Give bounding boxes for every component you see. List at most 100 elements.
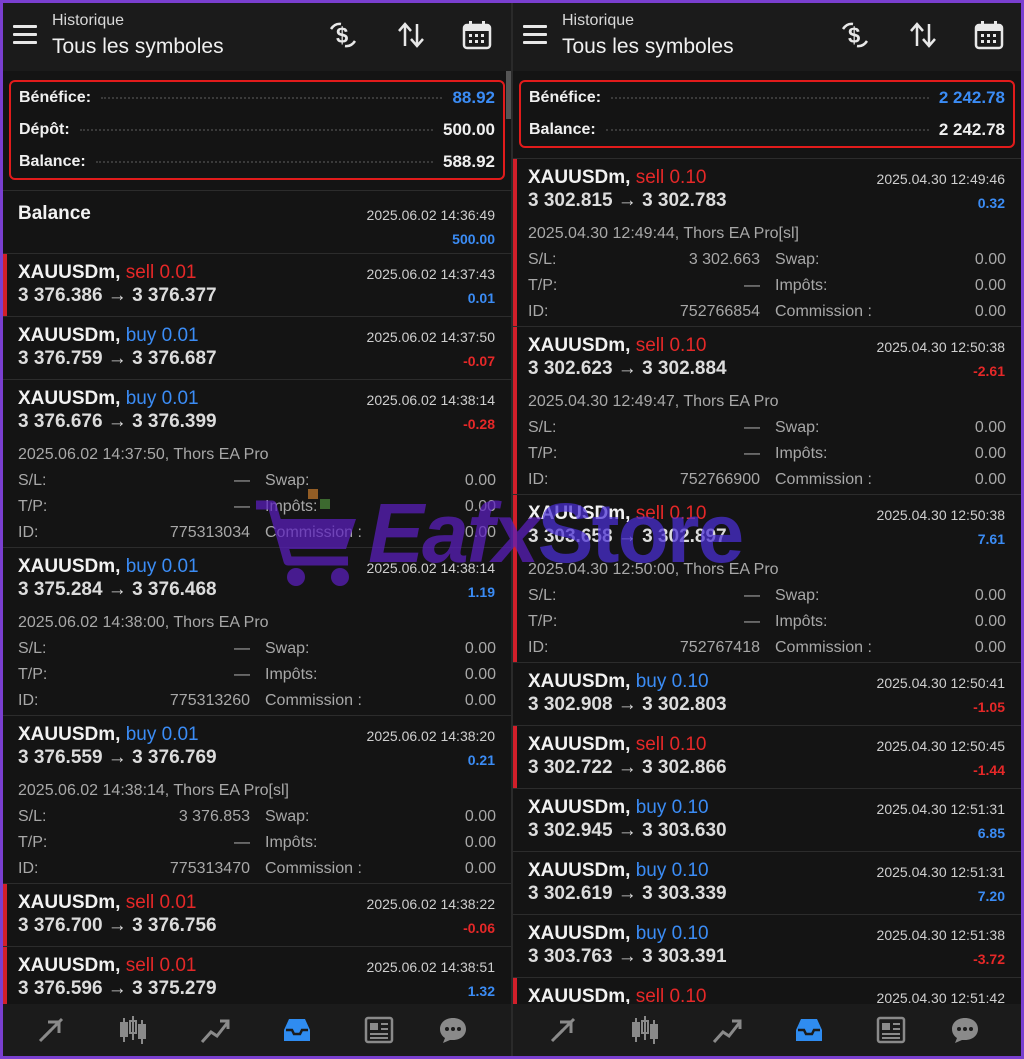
deal-detail-grid: S/L: — Swap: 0.00 T/P: — Impôts: 0.00 ID: 7527674… <box>528 587 1006 665</box>
deal-item[interactable]: XAUUSDm, buy 0.10 3 302.908 → 3 302.803 20… <box>513 663 1021 726</box>
deal-detail-grid: S/L: 3 376.853 Swap: 0.00 T/P: — Impôts: 0.00 ID… <box>18 808 496 886</box>
deal-header: XAUUSDm, buy 0.10 <box>528 671 709 693</box>
tp-label: T/P: <box>18 498 48 515</box>
side-indicator <box>3 716 7 883</box>
history-inbox-icon[interactable] <box>791 1012 827 1048</box>
deal-header: XAUUSDm, buy 0.01 <box>18 724 199 746</box>
deal-symbol: XAUUSDm, <box>528 167 631 188</box>
swap-value: 0.00 <box>974 419 1006 436</box>
commission-value: 0.00 <box>974 471 1006 488</box>
deal-detail: 2025.04.30 12:49:47, Thors EA Pro <box>528 393 779 410</box>
chart-line-icon[interactable] <box>197 1012 233 1048</box>
taxes-label: Impôts: <box>775 277 828 294</box>
deal-item[interactable]: XAUUSDm, sell 0.10 3 303.658 → 3 302.897 2… <box>513 495 1021 663</box>
deal-date: 2025.06.02 14:38:22 <box>366 896 495 912</box>
calendar-icon[interactable] <box>971 17 1007 53</box>
deal-header: XAUUSDm, buy 0.01 <box>18 388 199 410</box>
deal-item[interactable]: XAUUSDm, buy 0.01 3 376.559 → 3 376.769 20… <box>3 716 511 884</box>
chart-candles-icon[interactable] <box>627 1012 663 1048</box>
deal-item[interactable]: XAUUSDm, buy 0.10 3 302.619 → 3 303.339 20… <box>513 852 1021 915</box>
deal-date: 2025.06.02 14:37:50 <box>366 329 495 345</box>
swap-value: 0.00 <box>464 472 496 489</box>
news-icon[interactable] <box>873 1012 909 1048</box>
news-icon[interactable] <box>361 1012 397 1048</box>
history-inbox-icon[interactable] <box>279 1012 315 1048</box>
deal-symbol: XAUUSDm, <box>18 892 121 913</box>
deal-item[interactable]: XAUUSDm, buy 0.01 3 376.676 → 3 376.399 20… <box>3 380 511 548</box>
menu-icon[interactable] <box>523 25 547 45</box>
deal-side: sell 0.10 <box>635 167 707 188</box>
deal-header: XAUUSDm, sell 0.10 <box>528 503 706 525</box>
menu-icon[interactable] <box>13 25 37 45</box>
deal-item[interactable]: XAUUSDm, sell 0.01 3 376.386 → 3 376.377 2… <box>3 254 511 317</box>
deal-symbol: XAUUSDm, <box>18 955 121 976</box>
swap-value: 0.00 <box>974 587 1006 604</box>
tp-value: — <box>234 666 250 683</box>
deal-item[interactable]: XAUUSDm, buy 0.01 3 375.284 → 3 376.468 20… <box>3 548 511 716</box>
chat-icon[interactable] <box>435 1012 471 1048</box>
sort-icon[interactable] <box>905 17 941 53</box>
balance-entry-title: Balance <box>18 203 91 224</box>
tp-label: T/P: <box>18 834 48 851</box>
history-panel-right: Historique Tous les symboles $ Bénéfice:… <box>513 3 1021 1056</box>
account-summary: Bénéfice: 88.92 Dépôt: 500.00 Balance: 5… <box>9 80 505 180</box>
trade-icon[interactable] <box>545 1012 581 1048</box>
trade-icon[interactable] <box>33 1012 69 1048</box>
chart-line-icon[interactable] <box>709 1012 745 1048</box>
currency-exchange-icon[interactable]: $ <box>325 17 361 53</box>
sort-icon[interactable] <box>393 17 429 53</box>
sl-value: — <box>744 587 760 604</box>
summary-value: 588.92 <box>443 152 495 171</box>
swap-label: Swap: <box>265 808 310 825</box>
deal-item[interactable]: XAUUSDm, sell 0.10 3 302.623 → 3 302.884 2… <box>513 327 1021 495</box>
bottom-navigation <box>513 1004 1021 1056</box>
deal-item[interactable]: XAUUSDm, buy 0.01 3 376.759 → 3 376.687 20… <box>3 317 511 380</box>
deal-item[interactable]: XAUUSDm, sell 0.01 3 376.596 → 3 375.279 2… <box>3 947 511 1010</box>
deal-prices: 3 303.658 → 3 302.897 <box>528 526 727 547</box>
deal-detail: 2025.06.02 14:37:50, Thors EA Pro <box>18 446 269 463</box>
summary-label: Bénéfice: <box>19 89 92 106</box>
id-value: 752767418 <box>679 639 760 656</box>
tp-value: — <box>744 613 760 630</box>
deal-side: sell 0.01 <box>125 955 197 976</box>
summary-label: Dépôt: <box>19 121 70 138</box>
chat-icon[interactable] <box>947 1012 983 1048</box>
dotted-leader <box>611 97 929 99</box>
sl-label: S/L: <box>528 419 557 436</box>
deal-symbol: XAUUSDm, <box>18 262 121 283</box>
chart-candles-icon[interactable] <box>115 1012 151 1048</box>
deal-profit: 0.32 <box>977 195 1005 211</box>
deal-prices: 3 376.596 → 3 375.279 <box>18 978 217 999</box>
deal-symbol: XAUUSDm, <box>528 797 631 818</box>
deal-symbol: XAUUSDm, <box>18 556 121 577</box>
deal-item[interactable]: XAUUSDm, buy 0.10 3 303.763 → 3 303.391 20… <box>513 915 1021 978</box>
header-title[interactable]: Tous les symboles <box>52 35 224 59</box>
summary-value: 88.92 <box>452 88 495 107</box>
swap-label: Swap: <box>775 419 820 436</box>
taxes-label: Impôts: <box>775 445 828 462</box>
deal-item[interactable]: XAUUSDm, sell 0.10 3 302.815 → 3 302.783 2… <box>513 159 1021 327</box>
taxes-value: 0.00 <box>974 445 1006 462</box>
deal-profit: 7.61 <box>977 531 1005 547</box>
calendar-icon[interactable] <box>459 17 495 53</box>
deal-prices: 3 302.619 → 3 303.339 <box>528 883 727 904</box>
taxes-label: Impôts: <box>265 666 318 683</box>
side-indicator <box>3 380 7 547</box>
deal-item[interactable]: XAUUSDm, sell 0.10 3 302.722 → 3 302.866 2… <box>513 726 1021 789</box>
deal-item[interactable]: XAUUSDm, buy 0.10 3 302.945 → 3 303.630 20… <box>513 789 1021 852</box>
sl-label: S/L: <box>18 640 47 657</box>
side-indicator <box>513 495 517 662</box>
taxes-label: Impôts: <box>775 613 828 630</box>
deal-symbol: XAUUSDm, <box>18 388 121 409</box>
header-title[interactable]: Tous les symboles <box>562 35 734 59</box>
dotted-leader <box>79 129 433 131</box>
deal-profit: -1.44 <box>973 762 1005 778</box>
swap-label: Swap: <box>265 472 310 489</box>
side-indicator <box>513 159 517 326</box>
deal-item[interactable]: XAUUSDm, sell 0.01 3 376.700 → 3 376.756 2… <box>3 884 511 947</box>
svg-text:$: $ <box>336 23 348 48</box>
sl-label: S/L: <box>18 472 47 489</box>
balance-entry[interactable]: Balance 2025.06.02 14:36:49 500.00 <box>3 190 511 254</box>
currency-exchange-icon[interactable]: $ <box>837 17 873 53</box>
deal-prices: 3 302.623 → 3 302.884 <box>528 358 727 379</box>
